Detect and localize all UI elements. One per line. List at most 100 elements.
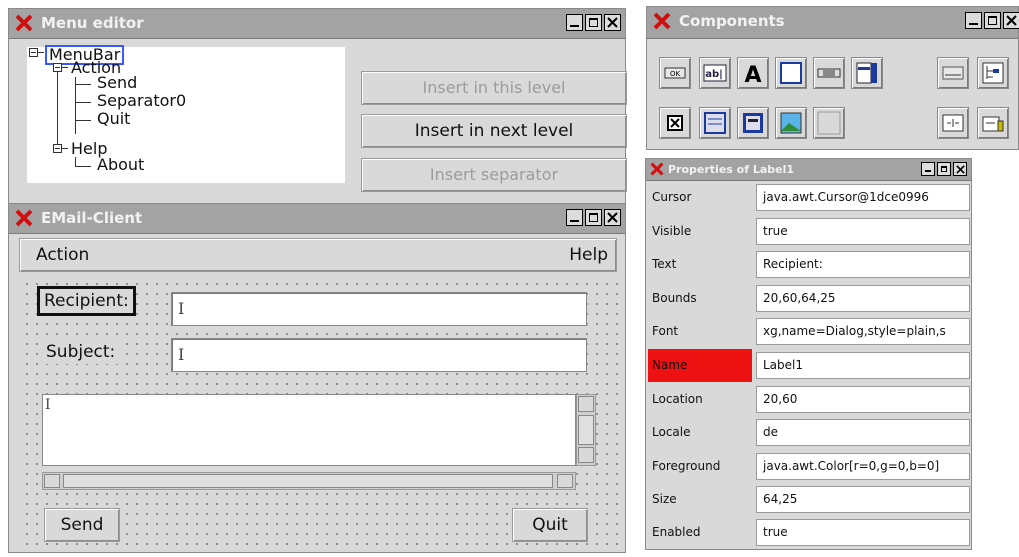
send-button[interactable]: Send [44,508,120,542]
tree-item-quit[interactable]: Quit [97,111,130,127]
property-row-size: Size 64,25 [646,483,973,516]
property-value-field[interactable]: 20,60 [756,386,970,413]
property-key-highlighted: Name [648,349,752,382]
property-value-field[interactable]: Label1 [756,352,970,379]
property-value-field[interactable]: true [756,218,970,245]
horizontal-scrollbar[interactable] [42,472,576,490]
label-icon[interactable]: A [737,57,769,89]
table-icon[interactable] [737,107,769,139]
property-key: Foreground [652,459,721,473]
app-x-icon [653,12,671,30]
window-title: Menu editor [41,14,144,32]
property-row-bounds: Bounds 20,60,64,25 [646,282,973,315]
property-row-location: Location 20,60 [646,383,973,416]
vertical-scrollbar[interactable] [576,394,596,466]
scroll-left-icon[interactable] [44,474,60,488]
separator-icon[interactable] [937,57,969,89]
recipient-label[interactable]: Recipient: [37,286,136,316]
property-value-field[interactable]: 64,25 [756,486,970,513]
components-window: Components OK ab| A [646,6,1019,150]
property-row-name: Name Label1 [646,349,973,382]
scroll-down-icon[interactable] [578,447,594,463]
splitpane-icon[interactable] [937,107,969,139]
tree-item-separator[interactable]: Separator0 [97,93,186,109]
subject-field[interactable]: I [171,338,587,372]
menu-bar: Action Help [19,238,617,272]
close-button[interactable] [604,209,621,226]
property-value-field[interactable]: java.awt.Cursor@1dce0996 [756,184,970,211]
app-x-icon [15,209,33,227]
list-icon[interactable] [851,57,883,89]
properties-titlebar[interactable]: Properties of Label1 [646,159,971,181]
message-textarea[interactable]: I [42,394,576,466]
window-title: EMail-Client [41,209,143,227]
tree-item-send[interactable]: Send [97,75,137,91]
minimize-button[interactable] [921,162,935,176]
maximize-button[interactable] [585,209,602,226]
menu-action[interactable]: Action [36,245,89,265]
email-client-window: EMail-Client Action Help Recipient: I Su… [8,203,626,553]
components-titlebar[interactable]: Components [647,7,1019,39]
property-row-text: Text Recipient: [646,248,973,281]
ok-button-icon[interactable]: OK [659,57,691,89]
property-value-field[interactable]: 20,60,64,25 [756,285,970,312]
email-client-titlebar[interactable]: EMail-Client [9,204,625,234]
scroll-thumb[interactable] [578,415,594,445]
maximize-button[interactable] [984,12,1001,29]
textfield-glyph: ab| [705,69,723,80]
property-key: Enabled [652,525,701,539]
checkbox-icon[interactable] [659,107,691,139]
empty-panel-icon[interactable] [813,107,845,139]
property-row-locale: Locale de [646,416,973,449]
label-glyph: A [744,63,761,85]
tree-item-about[interactable]: About [97,157,144,173]
property-row-cursor: Cursor java.awt.Cursor@1dce0996 [646,181,973,214]
minimize-button[interactable] [566,209,583,226]
tree-icon[interactable] [977,57,1009,89]
image-icon[interactable] [775,107,807,139]
panel-icon[interactable] [775,57,807,89]
recipient-field[interactable]: I [171,292,587,326]
menu-tree[interactable]: MenuBar Action Send Separator0 Quit Help… [27,45,345,183]
maximize-button[interactable] [585,14,602,31]
property-row-font: Font xg,name=Dialog,style=plain,s [646,315,973,348]
collapse-icon[interactable] [29,48,38,57]
property-key: Font [652,324,679,338]
property-value-field[interactable]: true [756,519,970,546]
insert-separator-button[interactable]: Insert separator [361,158,627,192]
close-button[interactable] [953,162,967,176]
window-title: Components [679,12,785,30]
close-button[interactable] [1003,12,1019,29]
property-value-field[interactable]: de [756,419,970,446]
textblock-icon[interactable] [977,107,1009,139]
property-key: Cursor [652,190,692,204]
textfield-icon[interactable]: ab| [699,57,731,89]
scroll-right-icon[interactable] [557,474,573,488]
property-value-field[interactable]: Recipient: [756,251,970,278]
scroll-hthumb[interactable] [63,474,553,488]
insert-next-level-button[interactable]: Insert in next level [361,114,627,148]
minimize-button[interactable] [965,12,982,29]
property-row-visible: Visible true [646,215,973,248]
collapse-icon[interactable] [53,144,62,153]
property-value-field[interactable]: java.awt.Color[r=0,g=0,b=0] [756,453,970,480]
quit-button[interactable]: Quit [512,508,588,542]
insert-this-level-button[interactable]: Insert in this level [361,71,627,105]
app-x-icon [15,14,33,32]
menu-editor-titlebar[interactable]: Menu editor [9,9,625,39]
collapse-icon[interactable] [53,63,62,72]
close-button[interactable] [604,14,621,31]
maximize-button[interactable] [937,162,951,176]
minimize-button[interactable] [566,14,583,31]
menu-help[interactable]: Help [569,245,608,265]
textarea-icon[interactable] [699,107,731,139]
property-key: Locale [652,425,691,439]
property-value-field[interactable]: xg,name=Dialog,style=plain,s [756,318,970,345]
property-key: Visible [652,224,692,238]
property-key: Location [652,392,703,406]
window-title: Properties of Label1 [668,163,795,176]
properties-window: Properties of Label1 Cursor java.awt.Curs… [645,158,972,550]
scrollbar-icon[interactable] [813,57,845,89]
scroll-up-icon[interactable] [578,396,594,412]
property-key: Bounds [652,291,697,305]
